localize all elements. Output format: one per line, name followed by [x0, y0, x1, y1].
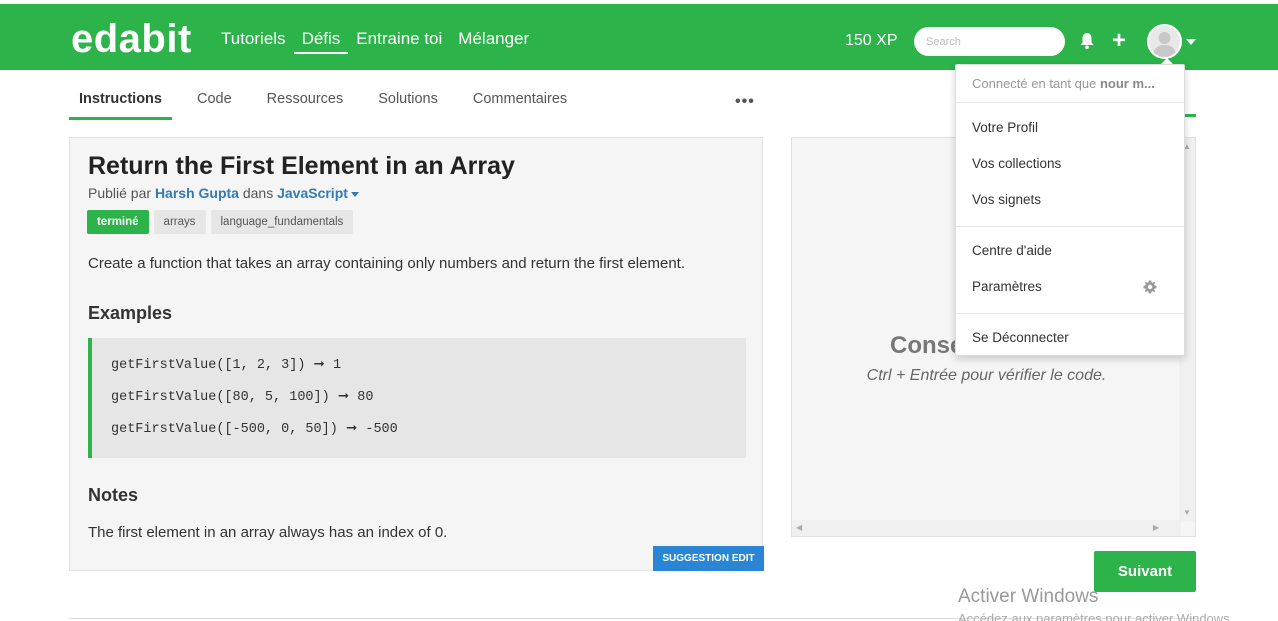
example-line: getFirstValue([-500, 0, 50]) ➞ -500	[111, 422, 398, 437]
menu-divider	[956, 313, 1184, 314]
byline: Publié par Harsh Gupta dans JavaScript	[88, 185, 359, 201]
bell-icon[interactable]	[1079, 32, 1095, 50]
menu-item-bookmarks[interactable]: Vos signets	[972, 192, 1168, 207]
tag-language-fundamentals[interactable]: language_fundamentals	[210, 210, 354, 234]
windows-activation-title: Activer Windows	[958, 586, 1099, 607]
challenge-card: Return the First Element in an Array Pub…	[69, 137, 764, 571]
tag-list: terminé arrays language_fundamentals	[87, 210, 354, 234]
tab-commentaires[interactable]: Commentaires	[463, 88, 577, 120]
menu-item-logout[interactable]: Se Déconnecter	[972, 330, 1168, 345]
caret-down-icon[interactable]	[350, 191, 359, 197]
tab-solutions[interactable]: Solutions	[368, 88, 448, 120]
horizontal-scrollbar[interactable]: ◀ ▶	[792, 520, 1181, 536]
published-by-label: Publié par	[88, 185, 152, 201]
menu-item-help-center[interactable]: Centre d'aide	[972, 243, 1168, 258]
active-tab-indicator	[1185, 114, 1196, 117]
menu-divider	[956, 102, 1184, 103]
main-nav: Tutoriels Défis Entraine toi Mélanger	[221, 29, 545, 54]
connected-as-label: Connecté en tant que nour m...	[972, 76, 1155, 91]
console-hint: Ctrl + Entrée pour vérifier le code.	[866, 367, 1107, 384]
plus-icon[interactable]: +	[1112, 29, 1126, 53]
menu-item-collections[interactable]: Vos collections	[972, 156, 1168, 171]
xp-counter: 150 XP	[845, 32, 898, 49]
examples-heading: Examples	[88, 303, 173, 323]
more-options-icon[interactable]: •••	[735, 93, 755, 111]
author-link[interactable]: Harsh Gupta	[155, 185, 239, 201]
notes-heading: Notes	[88, 485, 139, 505]
menu-divider	[956, 226, 1184, 227]
nav-defis[interactable]: Défis	[293, 29, 349, 54]
nav-entraine-toi[interactable]: Entraine toi	[356, 29, 442, 54]
status-badge: terminé	[87, 210, 149, 234]
menu-item-profile[interactable]: Votre Profil	[972, 120, 1168, 135]
example-line: getFirstValue([80, 5, 100]) ➞ 80	[111, 390, 374, 405]
examples-code-block: getFirstValue([1, 2, 3]) ➞ 1 getFirstVal…	[88, 338, 746, 458]
search-input[interactable]	[914, 27, 1065, 56]
gear-icon[interactable]	[1143, 280, 1157, 294]
user-silhouette-icon	[1153, 32, 1176, 57]
tab-ressources[interactable]: Ressources	[257, 88, 354, 120]
chevron-down-icon[interactable]	[1186, 39, 1196, 45]
notes-text: The first element in an array always has…	[88, 524, 448, 541]
nav-tutoriels[interactable]: Tutoriels	[221, 29, 286, 54]
top-navbar: edabit Tutoriels Défis Entraine toi Méla…	[0, 4, 1278, 70]
windows-activation-subtitle: Accédez aux paramètres pour activer Wind…	[958, 611, 1234, 621]
scroll-down-icon[interactable]: ▼	[1183, 508, 1191, 517]
scroll-left-icon[interactable]: ◀	[796, 523, 802, 532]
example-line: getFirstValue([1, 2, 3]) ➞ 1	[111, 358, 342, 373]
username: nour m...	[1099, 76, 1155, 91]
scroll-right-icon[interactable]: ▶	[1153, 523, 1159, 532]
tab-code[interactable]: Code	[187, 88, 242, 120]
challenge-description: Create a function that takes an array co…	[88, 255, 685, 272]
suggest-edit-button[interactable]: SUGGESTION EDIT	[653, 546, 764, 571]
next-button[interactable]: Suivant	[1094, 551, 1196, 592]
user-dropdown-menu: Connecté en tant que nour m... Votre Pro…	[955, 64, 1185, 356]
challenge-title: Return the First Element in an Array	[88, 152, 515, 180]
edabit-logo[interactable]: edabit	[71, 17, 192, 62]
tab-instructions[interactable]: Instructions	[69, 88, 172, 120]
console-title: Conse	[890, 332, 964, 359]
in-label: dans	[242, 185, 274, 201]
avatar[interactable]	[1147, 24, 1182, 59]
language-selector[interactable]: JavaScript	[277, 185, 348, 201]
nav-melanger[interactable]: Mélanger	[458, 29, 529, 54]
tag-arrays[interactable]: arrays	[153, 210, 206, 234]
menu-item-settings[interactable]: Paramètres	[972, 279, 1168, 294]
challenge-tabs: Instructions Code Ressources Solutions C…	[69, 88, 592, 120]
